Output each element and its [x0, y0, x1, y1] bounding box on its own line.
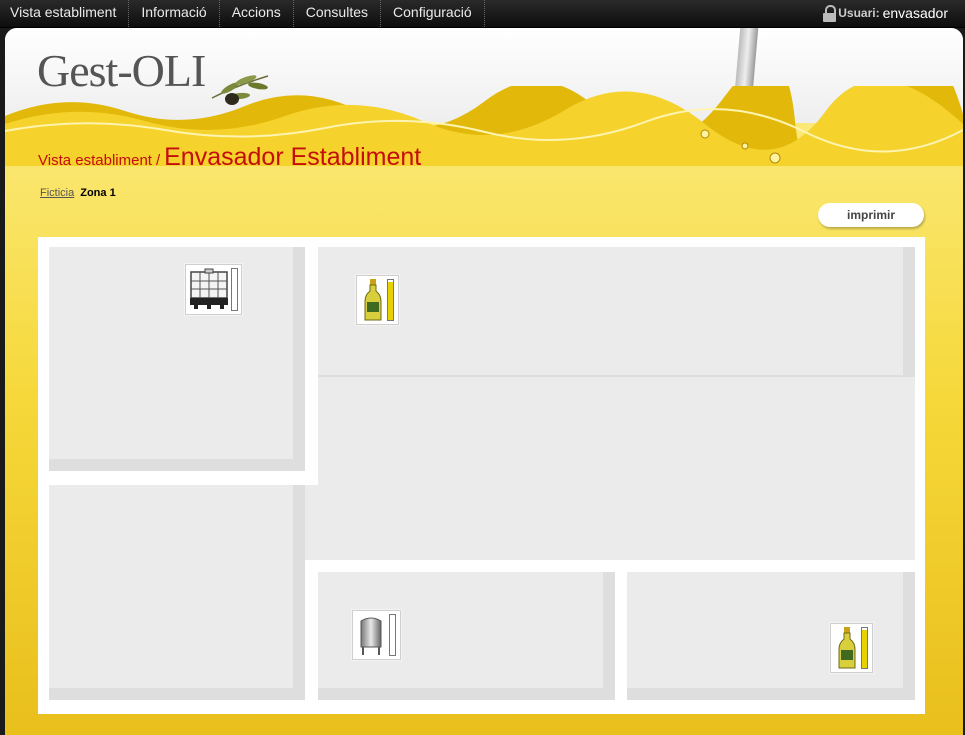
breadcrumb-link-ficticia[interactable]: Ficticia [40, 187, 74, 199]
user-name[interactable]: envasador [883, 0, 948, 27]
tank-level-gauge [389, 614, 396, 656]
bottle-1-level-gauge [387, 279, 394, 321]
zone-breadcrumb: Ficticia Zona 1 [40, 187, 116, 199]
menu-informacio[interactable]: Informació [129, 0, 220, 27]
room-bottom-left [49, 485, 305, 700]
lock-icon [823, 5, 837, 22]
page-title: Envasador Establiment [164, 143, 422, 171]
main-frame: Gest-OLI Vista establiment / Envasador E… [5, 28, 963, 735]
page-heading: Vista establiment / Envasador Establimen… [38, 143, 421, 172]
olive-oil-bottle-icon [838, 627, 856, 669]
bottle-device-2[interactable] [830, 623, 873, 673]
central-hall [318, 377, 915, 560]
breadcrumb-current-zone: Zona 1 [80, 187, 116, 199]
menu-configuracio[interactable]: Configuració [381, 0, 485, 27]
room-top-left [49, 247, 305, 471]
steel-tank-icon [360, 617, 382, 655]
ibc-container-icon [190, 268, 228, 309]
breadcrumb-separator: / [155, 152, 161, 169]
user-label: Usuari: [838, 6, 880, 20]
ibc-level-gauge [231, 268, 238, 311]
breadcrumb-parent[interactable]: Vista establiment [38, 152, 152, 169]
bottle-device-1[interactable] [356, 275, 399, 325]
tank-device[interactable] [352, 610, 401, 660]
menu-accions[interactable]: Accions [220, 0, 294, 27]
ibc-container-device[interactable] [185, 264, 242, 315]
main-menu: Vista establiment Informació Accions Con… [0, 0, 485, 27]
room-top-right [318, 247, 915, 387]
menu-vista-establiment[interactable]: Vista establiment [0, 0, 130, 27]
olive-oil-bottle-icon [364, 279, 382, 321]
floor-plan [38, 237, 925, 714]
user-info: Usuari: envasador [823, 0, 948, 27]
top-nav-bar: Vista establiment Informació Accions Con… [0, 0, 965, 28]
bottle-2-level-gauge [861, 627, 868, 669]
print-button[interactable]: imprimir [818, 203, 924, 227]
passage [305, 485, 319, 560]
menu-consultes[interactable]: Consultes [294, 0, 382, 27]
